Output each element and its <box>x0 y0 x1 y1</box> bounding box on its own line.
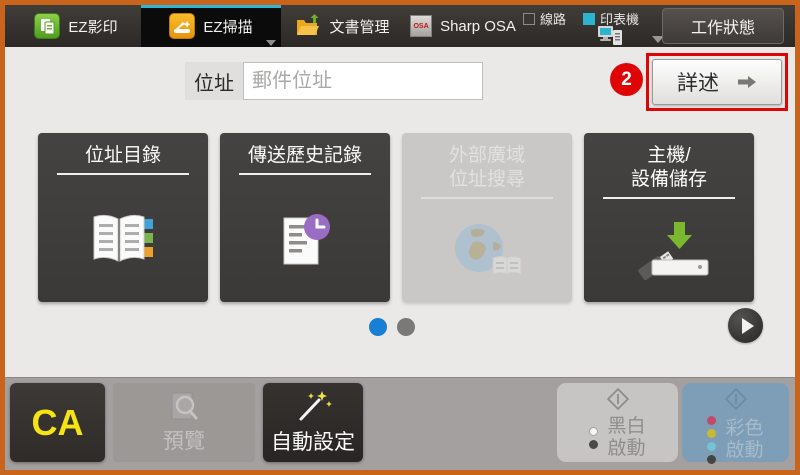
page-dot-2[interactable] <box>397 318 415 336</box>
job-status-label: 工作狀態 <box>690 20 755 37</box>
printer-status-square-icon <box>583 12 595 25</box>
annotation-highlight-box: 詳述 <box>646 53 788 111</box>
tile-title: 外部廣域 <box>448 145 525 166</box>
tab-label: Sharp OSA <box>440 17 516 35</box>
tile-address-book[interactable]: 位址目錄 <box>38 133 208 302</box>
page-dot-1[interactable] <box>369 318 387 336</box>
tab-label: EZ影印 <box>68 18 118 36</box>
next-page-button[interactable] <box>728 308 763 343</box>
bw-start-label-line1: 黑白 <box>607 416 646 437</box>
top-bar: EZ影印 EZ掃描 文書管理 OSA Sharp OSA 線路 印表機 工作狀態 <box>5 5 795 47</box>
history-icon <box>272 175 338 302</box>
address-book-icon <box>88 175 158 302</box>
play-arrow-icon <box>741 317 754 334</box>
magic-wand-icon <box>293 389 333 423</box>
tile-title: 主機/ <box>647 145 691 166</box>
color-start-button: 彩色 啟動 <box>682 383 789 464</box>
line-status-label: 線路 <box>540 12 567 27</box>
tile-title: 位址目錄 <box>84 145 161 166</box>
tile-global-address-search: 外部廣域 位址搜尋 <box>402 133 572 302</box>
chevron-down-icon[interactable] <box>266 40 276 46</box>
start-diamond-icon <box>603 387 633 415</box>
folder-icon <box>295 14 321 38</box>
annotation-step-badge: 2 <box>610 63 643 96</box>
printer-device-icon[interactable] <box>597 24 627 51</box>
cmyk-dots-icon <box>707 416 717 464</box>
tab-sharp-osa[interactable]: OSA Sharp OSA <box>404 5 522 47</box>
auto-set-label: 自動設定 <box>271 431 355 454</box>
preview-label: 預覽 <box>163 429 205 453</box>
mfp-touch-screen: EZ影印 EZ掃描 文書管理 OSA Sharp OSA 線路 印表機 工作狀態… <box>0 0 800 475</box>
preview-button: 預覽 <box>113 383 255 462</box>
line-status: 線路 <box>523 9 566 28</box>
tile-hdd-device-storage[interactable]: 主機/ 設備儲存 <box>584 133 754 302</box>
address-input[interactable] <box>243 62 483 100</box>
bottom-toolbar: CA 預覽 自動設定 黑白 啟動 彩色 啟動 <box>5 377 795 470</box>
address-label: 位址 <box>185 62 243 100</box>
start-diamond-icon <box>721 387 751 415</box>
job-status-button[interactable]: 工作狀態 <box>662 8 784 44</box>
tab-ez-copy[interactable]: EZ影印 <box>11 5 141 47</box>
color-start-label-line1: 彩色 <box>725 418 764 439</box>
bw-dots-icon <box>589 427 599 449</box>
usb-storage-icon <box>626 199 712 302</box>
scan-icon <box>169 13 196 39</box>
tab-label: 文書管理 <box>329 18 390 36</box>
tab-ez-scan[interactable]: EZ掃描 <box>141 5 281 47</box>
tab-label: EZ掃描 <box>203 18 253 36</box>
bw-start-label-line2: 啟動 <box>607 438 646 459</box>
copy-icon <box>34 13 61 39</box>
tile-transmission-history[interactable]: 傳送歷史記錄 <box>220 133 390 302</box>
preview-magnifier-icon <box>167 391 201 423</box>
tab-document-filing[interactable]: 文書管理 <box>281 5 404 47</box>
ca-label: CA <box>31 401 84 443</box>
arrow-right-icon <box>737 75 757 89</box>
details-button[interactable]: 詳述 <box>652 59 782 105</box>
color-start-label-line2: 啟動 <box>725 440 764 461</box>
tile-title: 傳送歷史記錄 <box>247 145 362 166</box>
ca-clear-all-button[interactable]: CA <box>10 383 105 462</box>
auto-set-button[interactable]: 自動設定 <box>263 383 363 462</box>
tile-title-line2: 位址搜尋 <box>448 169 525 190</box>
osa-icon: OSA <box>410 15 433 37</box>
tile-title-line2: 設備儲存 <box>630 169 707 190</box>
bw-start-button: 黑白 啟動 <box>557 383 678 462</box>
details-button-label: 詳述 <box>677 72 719 95</box>
line-checkbox-icon <box>523 12 535 25</box>
global-address-search-icon <box>449 199 525 302</box>
